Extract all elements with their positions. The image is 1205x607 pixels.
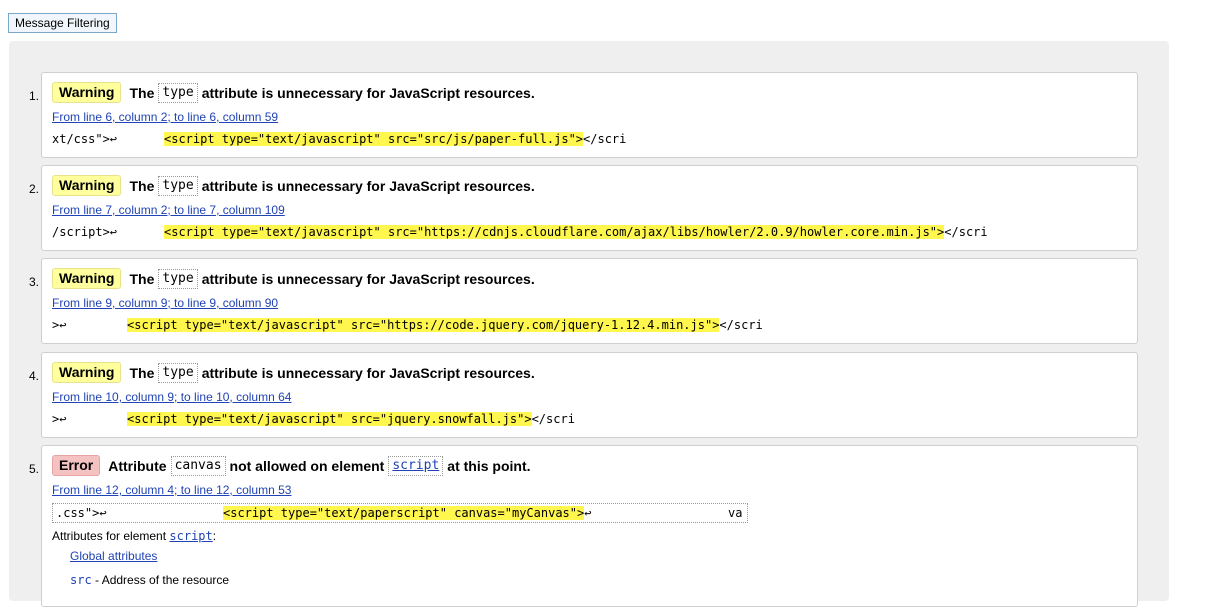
extract-suffix: </scri bbox=[719, 318, 763, 332]
message-text-after: attribute is unnecessary for JavaScript … bbox=[201, 177, 535, 194]
extract-suffix: </scri bbox=[944, 225, 988, 239]
error-badge: Error bbox=[52, 455, 101, 476]
message-card: Warning The type attribute is unnecessar… bbox=[41, 352, 1138, 438]
extract-highlight: <script type="text/paperscript" canvas="… bbox=[223, 506, 585, 520]
message-number: 4. bbox=[28, 369, 39, 383]
extract-highlight: <script type="text/javascript" src="src/… bbox=[164, 132, 584, 146]
code-script-link[interactable]: script bbox=[388, 455, 444, 476]
extract-tail: va bbox=[728, 506, 743, 520]
message-text-before: The bbox=[129, 177, 155, 194]
extract-highlight: <script type="text/javascript" src="jque… bbox=[127, 412, 532, 426]
message-text-after: attribute is unnecessary for JavaScript … bbox=[201, 84, 535, 101]
code-type: type bbox=[158, 362, 198, 383]
message-text-after: attribute is unnecessary for JavaScript … bbox=[201, 364, 535, 381]
attributes-label: Attributes for element script: bbox=[52, 529, 216, 543]
code-type: type bbox=[158, 82, 198, 103]
extract-prefix: xt/css">↩ bbox=[52, 132, 118, 146]
message-number: 2. bbox=[28, 182, 39, 196]
global-attributes-link[interactable]: Global attributes bbox=[70, 549, 157, 563]
location-link[interactable]: From line 9, column 9; to line 9, column… bbox=[52, 296, 278, 310]
message-card: Warning The type attribute is unnecessar… bbox=[41, 258, 1138, 344]
code-type: type bbox=[158, 175, 198, 196]
code-extract: /script>↩ <script type="text/javascript"… bbox=[52, 223, 988, 241]
message-text-middle: not allowed on element bbox=[229, 457, 385, 474]
message-card: Warning The type attribute is unnecessar… bbox=[41, 72, 1138, 158]
extract-highlight: <script type="text/javascript" src="http… bbox=[164, 225, 945, 239]
results-panel: 1. Warning The type attribute is unneces… bbox=[9, 41, 1169, 607]
attributes-element-link[interactable]: script bbox=[169, 529, 212, 543]
warning-badge: Warning bbox=[52, 175, 122, 196]
code-extract: >↩ <script type="text/javascript" src="j… bbox=[52, 410, 575, 428]
message-title: Warning The type attribute is unnecessar… bbox=[52, 268, 535, 289]
extract-suffix: </scri bbox=[583, 132, 627, 146]
extract-prefix: >↩ bbox=[52, 318, 67, 332]
message-title: Error Attribute canvas not allowed on el… bbox=[52, 455, 531, 476]
message-number: 3. bbox=[28, 275, 39, 289]
message-text-after: attribute is unnecessary for JavaScript … bbox=[201, 270, 535, 287]
message-title: Warning The type attribute is unnecessar… bbox=[52, 362, 535, 383]
src-attribute-line: src - Address of the resource bbox=[70, 573, 229, 587]
attributes-colon: : bbox=[212, 529, 217, 543]
message-card: Warning The type attribute is unnecessar… bbox=[41, 165, 1138, 251]
location-link[interactable]: From line 7, column 2; to line 7, column… bbox=[52, 203, 285, 217]
extract-suffix: </scri bbox=[531, 412, 575, 426]
message-text-before: The bbox=[129, 270, 155, 287]
message-title: Warning The type attribute is unnecessar… bbox=[52, 82, 535, 103]
message-text-before: The bbox=[129, 364, 155, 381]
location-link[interactable]: From line 10, column 9; to line 10, colu… bbox=[52, 390, 291, 404]
location-link[interactable]: From line 6, column 2; to line 6, column… bbox=[52, 110, 278, 124]
message-text-before: The bbox=[129, 84, 155, 101]
code-type: type bbox=[158, 268, 198, 289]
extract-prefix: .css">↩ bbox=[56, 506, 107, 520]
message-text-before: Attribute bbox=[108, 457, 167, 474]
message-filtering-button[interactable]: Message Filtering bbox=[8, 13, 117, 33]
code-extract: >↩ <script type="text/javascript" src="h… bbox=[52, 316, 763, 334]
extract-suffix: ↩ bbox=[584, 506, 592, 520]
warning-badge: Warning bbox=[52, 82, 122, 103]
code-canvas: canvas bbox=[170, 455, 226, 476]
src-attribute-desc: - Address of the resource bbox=[95, 573, 230, 587]
code-extract: .css">↩ <script type="text/paperscript" … bbox=[52, 503, 748, 523]
warning-badge: Warning bbox=[52, 268, 122, 289]
warning-badge: Warning bbox=[52, 362, 122, 383]
location-link[interactable]: From line 12, column 4; to line 12, colu… bbox=[52, 483, 291, 497]
extract-prefix: >↩ bbox=[52, 412, 67, 426]
message-number: 1. bbox=[28, 89, 39, 103]
src-attribute-name: src bbox=[70, 573, 92, 587]
code-extract: xt/css">↩ <script type="text/javascript"… bbox=[52, 130, 626, 148]
message-text-after: at this point. bbox=[447, 457, 531, 474]
message-title: Warning The type attribute is unnecessar… bbox=[52, 175, 535, 196]
extract-highlight: <script type="text/javascript" src="http… bbox=[127, 318, 720, 332]
message-number: 5. bbox=[28, 462, 39, 476]
extract-prefix: /script>↩ bbox=[52, 225, 118, 239]
message-card: Error Attribute canvas not allowed on el… bbox=[41, 445, 1138, 607]
attributes-label-text: Attributes for element bbox=[52, 529, 167, 543]
